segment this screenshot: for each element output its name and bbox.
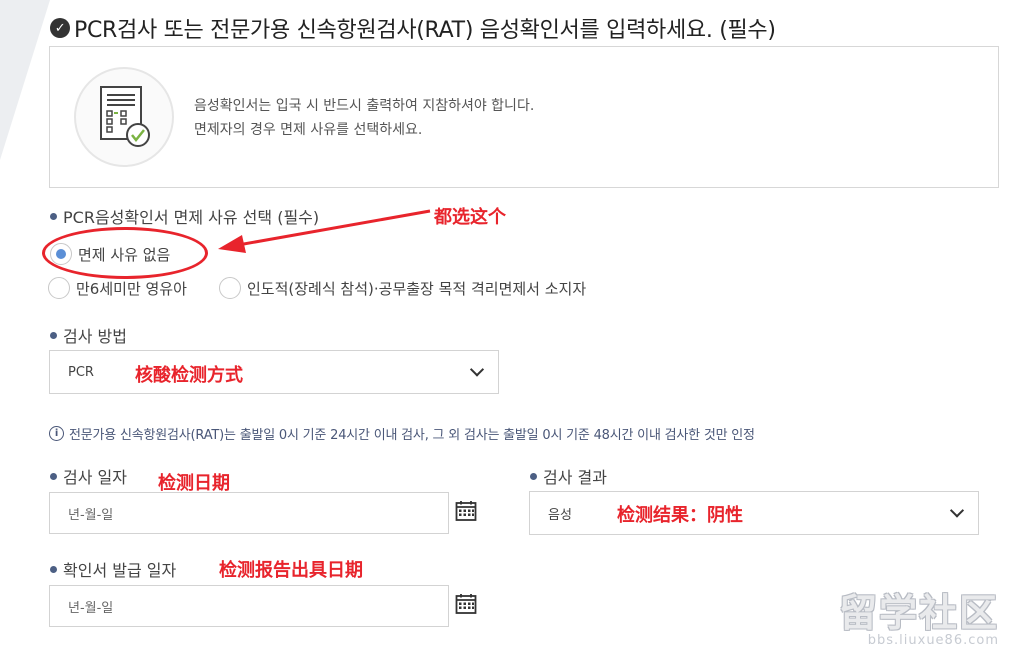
test-date-label-text: 검사 일자 — [63, 468, 127, 487]
annotation-result: 检测结果：阴性 — [617, 505, 743, 526]
info-icon: i — [49, 426, 64, 441]
annotation-arrow — [218, 209, 431, 253]
radio-humanitarian[interactable]: 인도적(장례식 참석)·공무출장 목적 격리면제서 소지자 — [219, 277, 586, 299]
calendar-icon[interactable] — [455, 500, 477, 522]
radio-under-6[interactable]: 만6세미만 영유아 — [48, 277, 187, 299]
test-date-placeholder: 년-월-일 — [68, 507, 114, 523]
issue-date-input[interactable]: 년-월-일 — [49, 585, 449, 627]
test-result-value: 음성 — [548, 507, 572, 523]
notice: i 전문가용 신속항원검사(RAT)는 출발일 0시 기준 24시간 이내 검사… — [49, 424, 755, 443]
issue-date-label: 확인서 발급 일자 — [50, 557, 176, 581]
calendar-icon[interactable] — [455, 593, 477, 615]
bullet-icon — [50, 472, 57, 480]
bullet-icon — [50, 212, 57, 220]
annotation-test-date: 检测日期 — [158, 473, 230, 494]
page-title: ✓ PCR검사 또는 전문가용 신속항원검사(RAT) 음성확인서를 입력하세요… — [50, 12, 776, 44]
bullet-icon — [50, 565, 57, 573]
test-method-label: 검사 방법 — [50, 323, 127, 347]
corner-decoration — [0, 0, 50, 160]
chevron-down-icon — [949, 503, 965, 518]
info-line-1: 음성확인서는 입국 시 반드시 출력하여 지참하셔야 합니다. — [194, 98, 535, 114]
watermark-logo: 留学社区 — [838, 591, 999, 635]
notice-text: 전문가용 신속항원검사(RAT)는 출발일 0시 기준 24시간 이내 검사, … — [69, 428, 755, 443]
check-circle-icon: ✓ — [50, 18, 70, 38]
test-method-value: PCR — [68, 364, 94, 380]
radio-label: 만6세미만 영유아 — [76, 279, 187, 298]
issue-date-label-text: 확인서 발급 일자 — [63, 561, 177, 580]
watermark: 留学社区 bbs.liuxue86.com — [839, 593, 999, 648]
test-result-select[interactable]: 음성 — [529, 491, 979, 535]
page-title-text: PCR검사 또는 전문가용 신속항원검사(RAT) 음성확인서를 입력하세요. … — [74, 18, 776, 43]
document-check-icon — [74, 67, 174, 167]
test-date-input[interactable]: 년-월-일 — [49, 492, 449, 534]
test-result-label-text: 검사 결과 — [543, 468, 607, 487]
bullet-icon — [50, 331, 57, 339]
test-method-select[interactable]: PCR — [49, 350, 499, 394]
chevron-down-icon — [469, 362, 485, 377]
info-box: 음성확인서는 입국 시 반드시 출력하여 지참하셔야 합니다. 면제자의 경우 … — [49, 46, 999, 188]
annotation-select-all: 都选这个 — [434, 207, 506, 228]
radio-label: 인도적(장례식 참석)·공무출장 목적 격리면제서 소지자 — [247, 279, 587, 298]
annotation-method: 核酸检测方式 — [135, 365, 243, 386]
watermark-url: bbs.liuxue86.com — [867, 633, 999, 648]
annotation-ellipse — [42, 227, 208, 279]
test-date-label: 검사 일자 — [50, 464, 127, 488]
test-result-label: 검사 결과 — [530, 464, 607, 488]
test-method-label-text: 검사 방법 — [63, 327, 127, 346]
info-text: 음성확인서는 입국 시 반드시 출력하여 지참하셔야 합니다. 면제자의 경우 … — [194, 94, 534, 142]
bullet-icon — [530, 472, 537, 480]
radio-button[interactable] — [219, 277, 241, 299]
annotation-issue-date: 检测报告出具日期 — [219, 560, 363, 581]
info-line-2: 면제자의 경우 면제 사유를 선택하세요. — [194, 122, 423, 138]
issue-date-placeholder: 년-월-일 — [68, 600, 114, 616]
radio-button[interactable] — [48, 277, 70, 299]
